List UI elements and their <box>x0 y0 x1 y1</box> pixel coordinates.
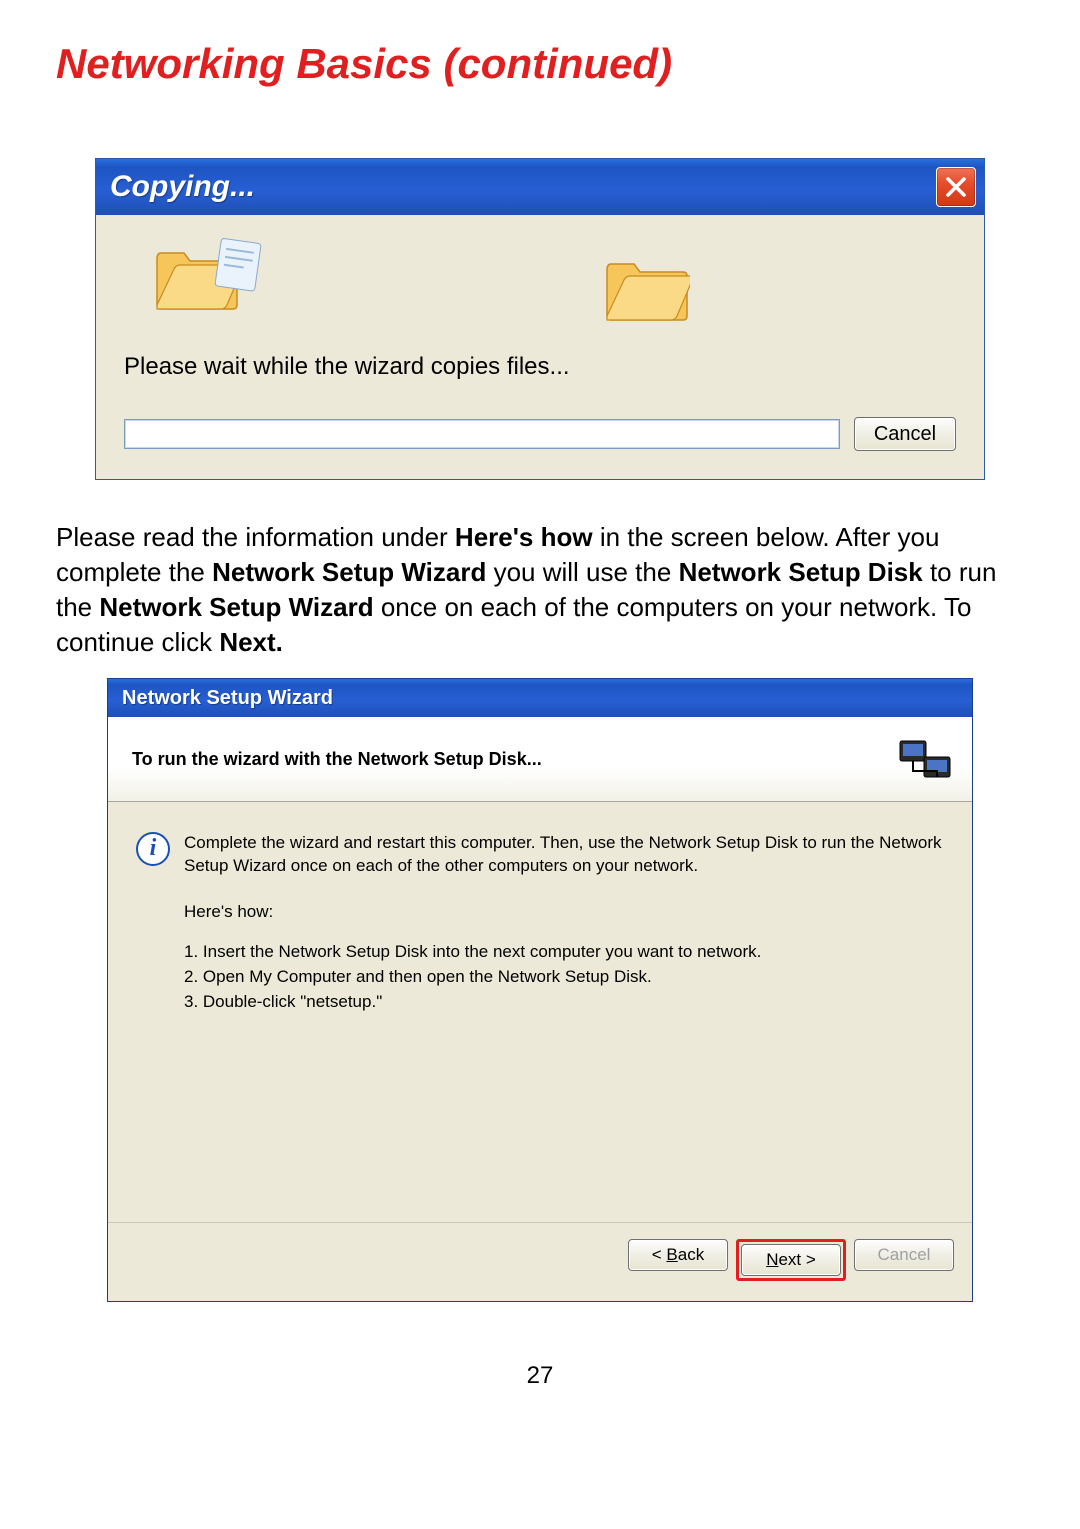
wizard-footer: < Back Next > Cancel <box>108 1222 972 1301</box>
text-bold: Network Setup Wizard <box>212 557 486 587</box>
copy-message: Please wait while the wizard copies file… <box>124 353 956 381</box>
wizard-header-text: To run the wizard with the Network Setup… <box>132 749 542 770</box>
heres-how-label: Here's how: <box>184 902 944 922</box>
instruction-paragraph: Please read the information under Here's… <box>56 520 1024 660</box>
text-bold: Network Setup Wizard <box>99 592 373 622</box>
close-icon[interactable] <box>936 167 976 207</box>
window-title: Network Setup Wizard <box>122 687 333 710</box>
copy-animation <box>124 241 956 343</box>
back-label: < Back <box>652 1245 704 1264</box>
document-icon <box>208 233 271 296</box>
cancel-button[interactable]: Cancel <box>854 417 956 451</box>
steps-list: 1. Insert the Network Setup Disk into th… <box>184 940 944 1014</box>
wizard-content: i Complete the wizard and restart this c… <box>108 802 972 1222</box>
back-button[interactable]: < Back <box>628 1239 728 1271</box>
next-label: Next > <box>766 1250 816 1269</box>
list-item: 3. Double-click "netsetup." <box>184 990 944 1015</box>
next-button[interactable]: Next > <box>741 1244 841 1276</box>
info-icon: i <box>136 832 170 866</box>
wizard-dialog: Network Setup Wizard To run the wizard w… <box>107 678 973 1302</box>
next-button-highlight: Next > <box>736 1239 846 1281</box>
window-title: Copying... <box>110 170 255 204</box>
wizard-header: To run the wizard with the Network Setup… <box>108 717 972 802</box>
text-bold: Here's how <box>455 522 593 552</box>
list-item: 2. Open My Computer and then open the Ne… <box>184 965 944 990</box>
folder-icon <box>604 252 690 322</box>
text-bold: Network Setup Disk <box>679 557 923 587</box>
info-text: Complete the wizard and restart this com… <box>184 832 944 878</box>
titlebar: Network Setup Wizard <box>108 679 972 717</box>
list-item: 1. Insert the Network Setup Disk into th… <box>184 940 944 965</box>
copying-dialog: Copying... Please wait while the wiza <box>95 158 985 480</box>
cancel-button[interactable]: Cancel <box>854 1239 954 1271</box>
text: Please read the information under <box>56 522 455 552</box>
page-title: Networking Basics (continued) <box>56 40 1024 88</box>
progress-bar <box>124 419 840 449</box>
titlebar: Copying... <box>96 159 984 215</box>
network-icon <box>896 731 954 787</box>
text-bold: Next. <box>219 627 283 657</box>
text: you will use the <box>486 557 678 587</box>
page-number: 27 <box>56 1362 1024 1390</box>
